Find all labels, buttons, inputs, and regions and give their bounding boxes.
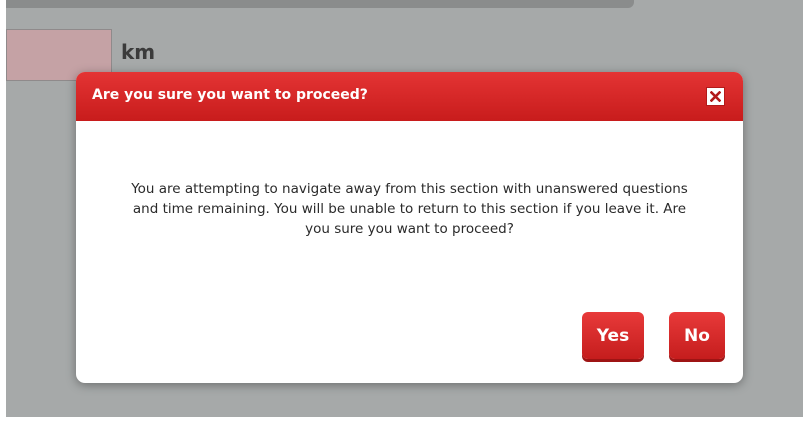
no-button[interactable]: No [669, 312, 725, 359]
page-bottom-edge [0, 417, 803, 437]
confirm-dialog: Are you sure you want to proceed? You ar… [76, 72, 743, 383]
yes-button[interactable]: Yes [582, 312, 644, 359]
close-button[interactable] [706, 87, 725, 106]
top-scrollbar-track [6, 0, 634, 8]
dialog-title: Are you sure you want to proceed? [92, 87, 368, 103]
close-icon [710, 91, 721, 102]
dialog-message: You are attempting to navigate away from… [131, 181, 688, 237]
unit-label: km [121, 40, 156, 64]
dialog-header: Are you sure you want to proceed? [76, 72, 743, 121]
